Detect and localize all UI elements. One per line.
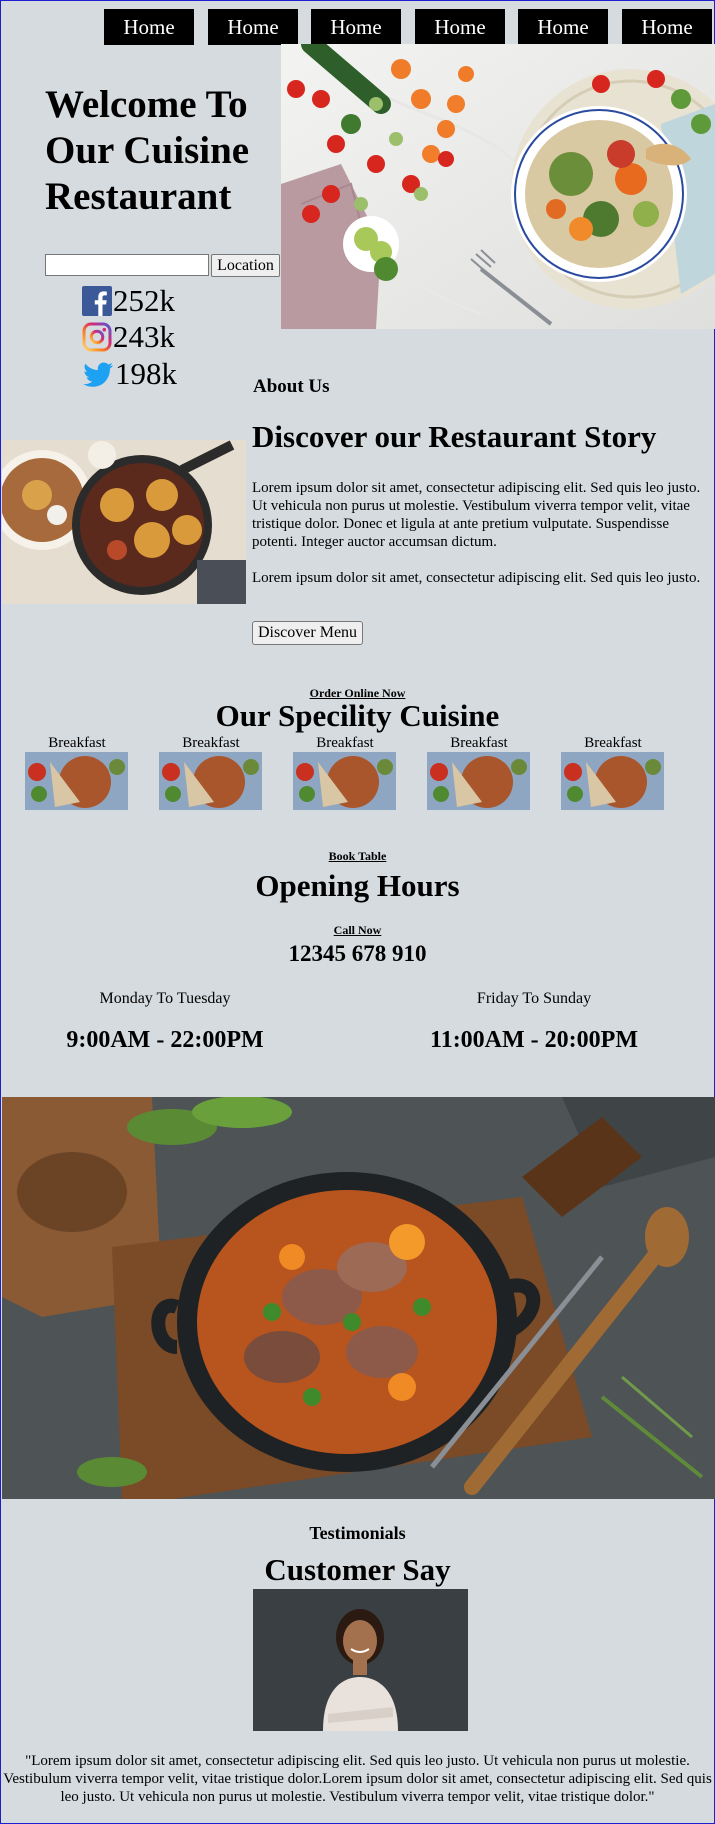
hours-weekend: 11:00AM - 20:00PM: [430, 1027, 638, 1053]
location-button[interactable]: Location: [211, 254, 280, 277]
testimonial-quote: "Lorem ipsum dolor sit amet, consectetur…: [3, 1753, 712, 1805]
top-nav: Home Home Home Home Home Home: [0, 9, 715, 45]
nav-home-6[interactable]: Home: [622, 9, 712, 45]
specialty-title: Our Specility Cuisine: [215, 698, 500, 733]
days-weekday: Monday To Tuesday: [99, 990, 231, 1007]
stew-food-image: [2, 1097, 715, 1499]
cuisine-card-2[interactable]: Breakfast: [159, 735, 263, 810]
nav-home-5[interactable]: Home: [518, 9, 608, 45]
twitter-icon: [83, 362, 113, 387]
cuisine-card-3[interactable]: Breakfast: [293, 735, 397, 810]
search-input[interactable]: [45, 254, 209, 276]
about-food-image: [2, 440, 246, 604]
phone-number: 12345 678 910: [288, 941, 427, 966]
discover-menu-button[interactable]: Discover Menu: [252, 621, 363, 645]
about-title: Discover our Restaurant Story: [252, 419, 657, 454]
cuisine-label: Breakfast: [450, 735, 508, 751]
cuisine-label: Breakfast: [182, 735, 240, 751]
about-paragraph-1: Lorem ipsum dolor sit amet, consectetur …: [252, 480, 701, 550]
nav-home-3[interactable]: Home: [311, 9, 401, 45]
customer-photo: [253, 1589, 468, 1731]
breakfast-image: [293, 752, 396, 810]
nav-home-1[interactable]: Home: [104, 9, 194, 45]
opening-hours-title: Opening Hours: [255, 868, 460, 903]
about-kicker: About Us: [253, 376, 330, 397]
days-weekend: Friday To Sunday: [476, 990, 592, 1007]
cuisine-label: Breakfast: [48, 735, 106, 751]
social-instagram[interactable]: 243k: [82, 321, 175, 353]
social-twitter[interactable]: 198k: [82, 358, 177, 390]
facebook-count: 252k: [113, 283, 175, 318]
nav-home-2[interactable]: Home: [208, 9, 298, 45]
cuisine-card-5[interactable]: Breakfast: [561, 735, 665, 810]
instagram-count: 243k: [113, 319, 175, 354]
twitter-count: 198k: [115, 356, 177, 391]
hours-weekday: 9:00AM - 22:00PM: [66, 1027, 264, 1053]
breakfast-image: [25, 752, 128, 810]
nav-home-4[interactable]: Home: [415, 9, 505, 45]
testimonials-kicker: Testimonials: [309, 1523, 406, 1543]
breakfast-image: [159, 752, 262, 810]
cuisine-card-4[interactable]: Breakfast: [427, 735, 531, 810]
cuisine-label: Breakfast: [584, 735, 642, 751]
book-table-link[interactable]: Book Table: [0, 849, 715, 864]
cuisine-card-1[interactable]: Breakfast: [25, 735, 129, 810]
instagram-icon: [82, 322, 112, 352]
hero-title: Welcome To Our Cuisine Restaurant: [45, 83, 250, 218]
about-paragraph-2: Lorem ipsum dolor sit amet, consectetur …: [252, 570, 701, 586]
cuisine-label: Breakfast: [316, 735, 374, 751]
customer-say-title: Customer Say: [264, 1552, 451, 1587]
call-now-link[interactable]: Call Now: [0, 923, 715, 938]
social-facebook[interactable]: 252k: [82, 285, 175, 317]
breakfast-image: [427, 752, 530, 810]
facebook-icon: [82, 286, 112, 316]
hero-food-image: [281, 44, 715, 329]
breakfast-image: [561, 752, 664, 810]
